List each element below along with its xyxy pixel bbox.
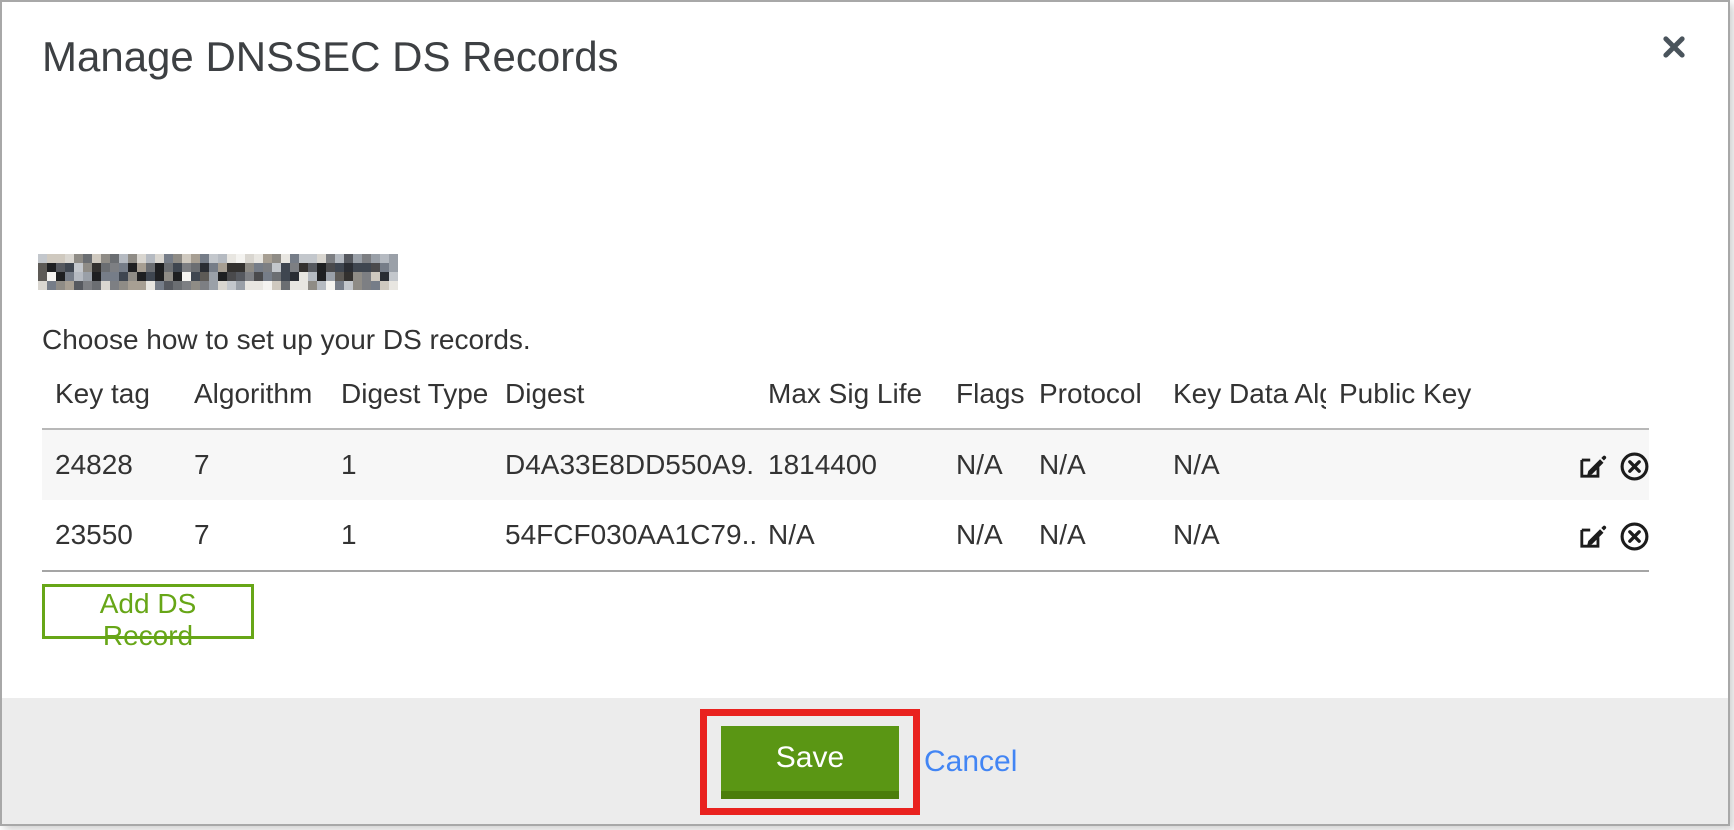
cell-algorithm: 7 [181,500,328,571]
column-header-flags: Flags [943,378,1026,429]
cancel-link[interactable]: Cancel [924,744,1017,780]
save-highlight-annotation: Save [700,709,920,815]
close-icon [1659,50,1689,65]
column-header-actions [1559,378,1649,429]
column-header-public-key: Public Key [1326,378,1559,429]
table-row: 24828 7 1 D4A33E8DD550A9... 1814400 N/A … [42,429,1649,500]
column-header-digest: Digest [492,378,755,429]
cell-key-tag: 24828 [42,429,181,500]
instruction-text: Choose how to set up your DS records. [42,324,1688,356]
dialog-title: Manage DNSSEC DS Records [42,2,1688,82]
row-actions [1559,429,1649,500]
cell-max-sig-life: N/A [755,500,943,571]
table-row: 23550 7 1 54FCF030AA1C79... N/A N/A N/A … [42,500,1649,571]
cell-protocol: N/A [1026,500,1160,571]
cell-flags: N/A [943,500,1026,571]
cell-digest: D4A33E8DD550A9... [492,429,755,500]
cell-public-key [1326,429,1559,500]
cell-flags: N/A [943,429,1026,500]
edit-record-button[interactable] [1576,521,1607,552]
delete-record-button[interactable] [1619,521,1649,552]
cell-max-sig-life: 1814400 [755,429,943,500]
close-button[interactable] [1654,28,1694,68]
save-button[interactable]: Save [721,726,899,799]
cell-digest-type: 1 [328,429,492,500]
column-header-protocol: Protocol [1026,378,1160,429]
edit-record-icon [1576,540,1607,555]
manage-dnssec-ds-records-dialog: Manage DNSSEC DS Records Choose how to s… [0,0,1730,826]
column-header-digest-type: Digest Type [328,378,492,429]
cell-digest-type: 1 [328,500,492,571]
row-actions [1559,500,1649,571]
column-header-max-sig-life: Max Sig Life [755,378,943,429]
cell-protocol: N/A [1026,429,1160,500]
cell-digest: 54FCF030AA1C79... [492,500,755,571]
cell-key-tag: 23550 [42,500,181,571]
delete-record-button[interactable] [1619,451,1649,482]
ds-records-table: Key tag Algorithm Digest Type Digest Max… [42,378,1649,572]
delete-record-icon [1619,470,1649,485]
cell-key-data-alg: N/A [1160,500,1326,571]
cell-algorithm: 7 [181,429,328,500]
cell-key-data-alg: N/A [1160,429,1326,500]
delete-record-icon [1619,540,1649,555]
table-header-row: Key tag Algorithm Digest Type Digest Max… [42,378,1649,429]
column-header-algorithm: Algorithm [181,378,328,429]
add-ds-record-button[interactable]: Add DS Record [42,584,254,639]
column-header-key-data-alg: Key Data Alg [1160,378,1326,429]
column-header-key-tag: Key tag [42,378,181,429]
dialog-footer: Save Cancel [2,698,1728,824]
edit-record-button[interactable] [1576,451,1607,482]
cell-public-key [1326,500,1559,571]
domain-name-redacted [38,254,398,290]
edit-record-icon [1576,470,1607,485]
